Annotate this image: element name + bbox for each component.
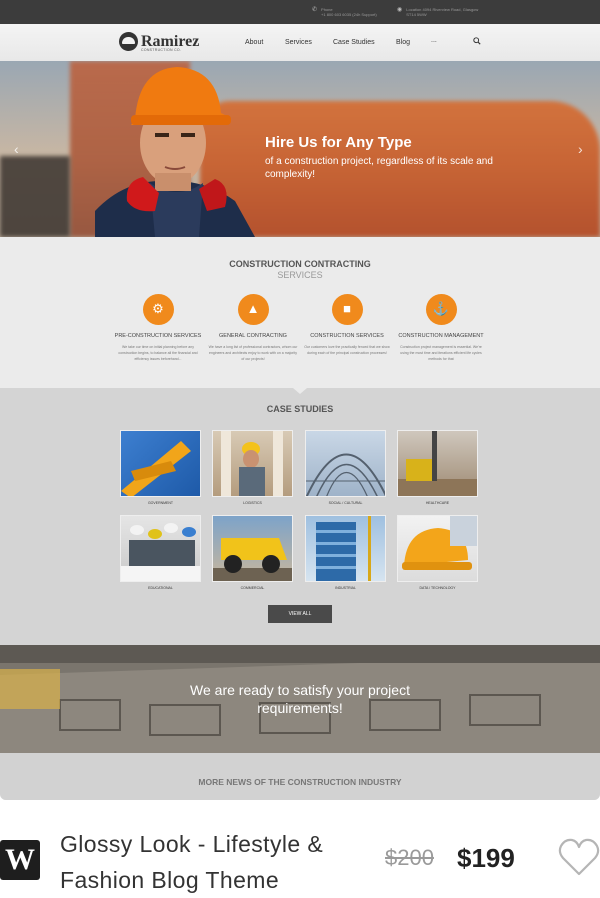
location-value: ST14 5WW xyxy=(406,12,427,17)
case-label: INDUSTRIAL xyxy=(335,586,356,590)
nav-case-studies[interactable]: Case Studies xyxy=(333,39,375,46)
hardhat-icon: ▲ xyxy=(237,294,269,325)
phone-info: ✆ Phone +1 800 603 6035 (24h Support) xyxy=(312,7,377,17)
logo-name: Ramirez xyxy=(141,33,200,50)
wordpress-logo-icon: W xyxy=(0,840,40,880)
old-price: $200 xyxy=(385,845,434,870)
cta-text: We are ready to satisfy your project req… xyxy=(0,681,600,717)
worker-window-photo xyxy=(221,431,283,496)
case-tile-social-cultural[interactable] xyxy=(305,430,386,497)
section-notch xyxy=(293,388,307,394)
phone-value: +1 800 603 6035 (24h Support) xyxy=(321,12,377,17)
case-label: GOVERNMENT xyxy=(147,501,174,505)
service-card[interactable]: ▲ GENERAL CONTRACTING We have a long lis… xyxy=(208,294,298,362)
hero-title: Hire Us for Any Type xyxy=(265,134,412,151)
crane-hook-icon: ⚓ xyxy=(425,294,457,325)
dump-truck-photo xyxy=(213,538,292,581)
hero-subtitle: of a construction project, regardless of… xyxy=(265,156,493,180)
service-title: PRE-CONSTRUCTION SERVICES xyxy=(114,333,202,339)
hero-slider: Hire Us for Any Type of a construction p… xyxy=(0,61,600,237)
service-card[interactable]: ⚙ PRE-CONSTRUCTION SERVICES We take our … xyxy=(113,294,203,362)
nav-services[interactable]: Services xyxy=(285,39,312,46)
search-icon[interactable] xyxy=(473,37,481,45)
engineers-photo xyxy=(121,523,200,581)
case-tile-data-technology[interactable] xyxy=(397,515,478,582)
news-title: MORE NEWS OF THE CONSTRUCTION INDUSTRY xyxy=(198,777,402,787)
case-studies-section: CASE STUDIES GOVERNMENT LOGISTICS SOCIAL… xyxy=(0,388,600,645)
case-label: SOCIAL / CULTURAL xyxy=(328,501,363,505)
case-label: HEALTHCARE xyxy=(425,501,450,505)
case-tile-educational[interactable] xyxy=(120,515,201,582)
cta-line-2: requirements! xyxy=(257,700,343,716)
site-logo[interactable]: Ramirez CONSTRUCTION CO. xyxy=(119,32,200,52)
services-section: CONSTRUCTION CONTRACTING SERVICES ⚙ PRE-… xyxy=(0,237,600,388)
service-text: Our customers love the practically fence… xyxy=(304,345,390,355)
view-all-button[interactable]: VIEW ALL xyxy=(268,605,332,623)
heart-icon[interactable] xyxy=(558,838,600,878)
truck-icon: ■ xyxy=(331,294,363,325)
case-tile-healthcare[interactable] xyxy=(397,430,478,497)
hardhat-photo xyxy=(402,516,477,570)
background-shade xyxy=(0,156,70,237)
worker-photo xyxy=(95,67,255,237)
cta-line-1: We are ready to satisfy your project xyxy=(190,682,410,698)
service-card[interactable]: ■ CONSTRUCTION SERVICES Our customers lo… xyxy=(302,294,392,357)
service-title: CONSTRUCTION MANAGEMENT xyxy=(398,333,484,339)
excavator-icon: ⚙ xyxy=(142,294,174,325)
nav-blog[interactable]: Blog xyxy=(396,39,410,46)
theme-preview[interactable]: ✆ Phone +1 800 603 6035 (24h Support) ◉ … xyxy=(0,0,600,800)
service-card[interactable]: ⚓ CONSTRUCTION MANAGEMENT Construction p… xyxy=(396,294,486,362)
nav-more[interactable]: ... xyxy=(431,37,437,44)
location-info: ◉ Location 4094 Riverview Road, Glasgow … xyxy=(397,7,478,17)
service-title: GENERAL CONTRACTING xyxy=(219,333,287,339)
case-studies-title: CASE STUDIES xyxy=(266,404,334,414)
slider-prev-icon[interactable]: ‹ xyxy=(14,141,19,157)
services-title: CONSTRUCTION CONTRACTING xyxy=(229,259,371,269)
service-text: We have a long list of professional cont… xyxy=(208,345,298,361)
case-label: DATA / TECHNOLOGY xyxy=(419,586,456,590)
top-bar: ✆ Phone +1 800 603 6035 (24h Support) ◉ … xyxy=(0,0,600,24)
case-tile-logistics[interactable] xyxy=(212,430,293,497)
case-label: LOGISTICS xyxy=(243,501,262,505)
case-label: COMMERCIAL xyxy=(240,586,265,590)
case-tile-commercial[interactable] xyxy=(212,515,293,582)
glass-arch-photo xyxy=(306,453,385,496)
slider-next-icon[interactable]: › xyxy=(578,141,583,157)
case-tile-industrial[interactable] xyxy=(305,515,386,582)
drill-rig-photo xyxy=(398,431,477,496)
crane-photo xyxy=(121,441,191,496)
service-text: We take our time on initial planning bef… xyxy=(118,345,198,361)
tower-photo xyxy=(316,516,371,581)
service-text: Construction project management is essen… xyxy=(400,345,482,361)
cta-banner: We are ready to satisfy your project req… xyxy=(0,645,600,753)
case-label: EDUCATIONAL xyxy=(148,586,173,590)
hardhat-logo-icon xyxy=(119,32,138,51)
case-tile-government[interactable] xyxy=(120,430,201,497)
news-section: MORE NEWS OF THE CONSTRUCTION INDUSTRY xyxy=(0,753,600,800)
location-pin-icon: ◉ xyxy=(397,7,403,13)
services-subtitle: SERVICES xyxy=(277,270,323,280)
logo-subtitle: CONSTRUCTION CO. xyxy=(141,48,182,52)
nav-about[interactable]: About xyxy=(245,39,263,46)
product-name[interactable]: Glossy Look - Lifestyle & Fashion Blog T… xyxy=(60,826,360,898)
phone-icon: ✆ xyxy=(312,7,318,13)
new-price: $199 xyxy=(457,843,515,873)
site-header: Ramirez CONSTRUCTION CO. About Services … xyxy=(0,24,600,61)
service-title: CONSTRUCTION SERVICES xyxy=(310,333,384,339)
